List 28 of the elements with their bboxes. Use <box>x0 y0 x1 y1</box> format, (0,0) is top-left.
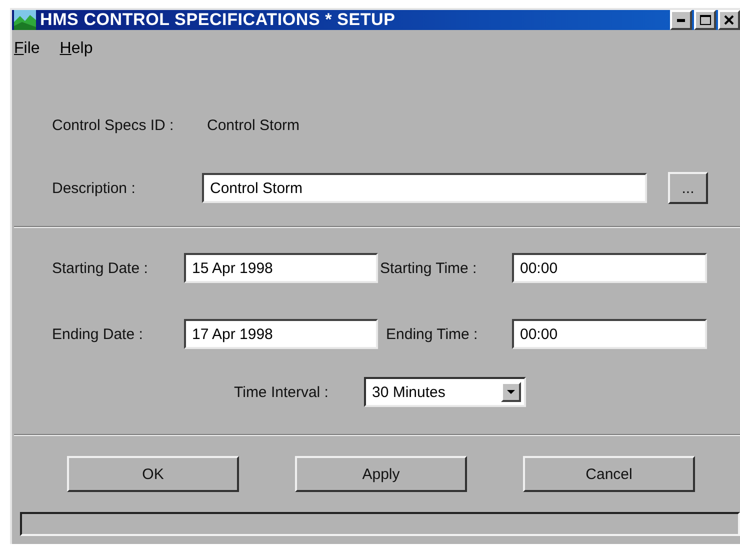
maximize-icon <box>700 15 710 25</box>
browse-button[interactable]: ... <box>668 172 708 204</box>
time-field[interactable]: 00:00 <box>512 253 707 283</box>
date-field[interactable]: 17 Apr 1998 <box>184 319 378 349</box>
field-label: Ending Time : <box>385 326 479 342</box>
specs-id-value: Control Storm <box>207 116 300 134</box>
close-icon <box>724 15 734 25</box>
field-label: Description : <box>52 180 136 196</box>
dialog-button[interactable]: OK <box>67 456 239 492</box>
menu-item[interactable]: Help <box>60 40 93 58</box>
maximize-button[interactable] <box>694 10 716 30</box>
date-field[interactable]: 15 Apr 1998 <box>184 253 378 283</box>
field-label: Starting Date : <box>52 260 149 276</box>
close-button[interactable] <box>718 10 740 30</box>
interval-dropdown[interactable]: 30 Minutes <box>364 377 526 407</box>
field-label: Starting Time : <box>379 260 478 276</box>
field-label: Control Specs ID : <box>52 116 175 134</box>
window-title: HMS CONTROL SPECIFICATIONS * SETUP <box>40 10 396 30</box>
minimize-icon <box>677 18 685 22</box>
field-label: Time Interval : <box>234 384 330 400</box>
time-field[interactable]: 00:00 <box>512 319 707 349</box>
field-label: Ending Date : <box>52 326 144 342</box>
landscape-icon <box>14 10 36 30</box>
description-field[interactable]: Control Storm <box>202 173 647 203</box>
menu-item[interactable]: File <box>14 40 40 58</box>
minimize-button[interactable] <box>670 10 692 30</box>
dialog-button[interactable]: Cancel <box>523 456 695 492</box>
dialog-button[interactable]: Apply <box>295 456 467 492</box>
